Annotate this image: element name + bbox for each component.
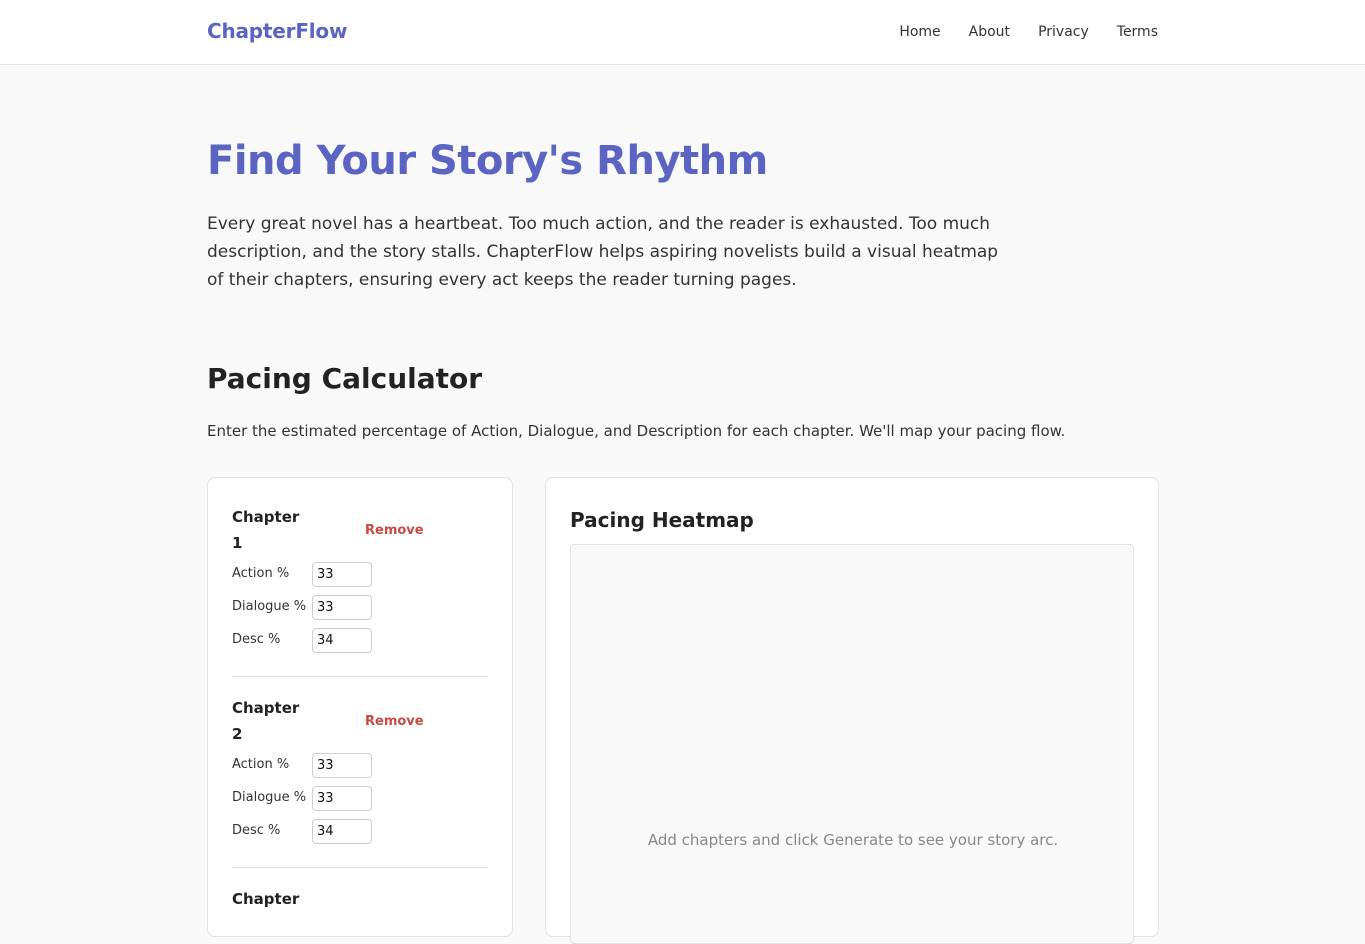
dialogue-input[interactable] <box>312 595 372 620</box>
desc-input[interactable] <box>312 628 372 653</box>
nav-about[interactable]: About <box>969 24 1010 40</box>
chapter-divider <box>232 867 488 868</box>
desc-row: Desc % <box>232 819 488 844</box>
chapter-title: Chapter 2 <box>232 699 300 743</box>
dialogue-input[interactable] <box>312 786 372 811</box>
nav-privacy[interactable]: Privacy <box>1038 24 1089 40</box>
section-title: Pacing Calculator <box>207 362 483 395</box>
desc-row: Desc % <box>232 628 488 653</box>
main-nav: Home About Privacy Terms <box>899 24 1158 40</box>
remove-chapter-button[interactable]: Remove <box>365 523 424 538</box>
section-description: Enter the estimated percentage of Action… <box>207 422 1066 440</box>
chapter-title: Chapter 1 <box>232 508 300 552</box>
action-row: Action % <box>232 562 488 587</box>
heatmap-empty-message: Add chapters and click Generate to see y… <box>647 831 1059 849</box>
dialogue-row: Dialogue % <box>232 786 488 811</box>
action-input[interactable] <box>312 753 372 778</box>
desc-label: Desc % <box>232 823 281 838</box>
action-input[interactable] <box>312 562 372 587</box>
action-label: Action % <box>232 757 290 772</box>
dialogue-label: Dialogue % <box>232 790 307 805</box>
chapters-panel: Chapter 1 Remove Action % Dialogue % Des… <box>207 477 513 937</box>
heatmap-canvas: Add chapters and click Generate to see y… <box>570 544 1134 944</box>
action-label: Action % <box>232 566 290 581</box>
heatmap-title: Pacing Heatmap <box>570 508 754 532</box>
desc-label: Desc % <box>232 632 281 647</box>
hero-title: Find Your Story's Rhythm <box>207 138 768 184</box>
action-row: Action % <box>232 753 488 778</box>
dialogue-label: Dialogue % <box>232 599 307 614</box>
nav-terms[interactable]: Terms <box>1117 24 1158 40</box>
nav-home[interactable]: Home <box>899 24 940 40</box>
heatmap-panel: Pacing Heatmap Add chapters and click Ge… <box>545 477 1159 944</box>
site-header: ChapterFlow Home About Privacy Terms <box>0 0 1365 65</box>
brand-logo[interactable]: ChapterFlow <box>207 19 347 43</box>
desc-input[interactable] <box>312 819 372 844</box>
dialogue-row: Dialogue % <box>232 595 488 620</box>
chapter-divider <box>232 676 488 677</box>
hero-text: Every great novel has a heartbeat. Too m… <box>207 214 999 290</box>
remove-chapter-button[interactable]: Remove <box>365 714 424 729</box>
chapter-title: Chapter <box>232 890 300 908</box>
